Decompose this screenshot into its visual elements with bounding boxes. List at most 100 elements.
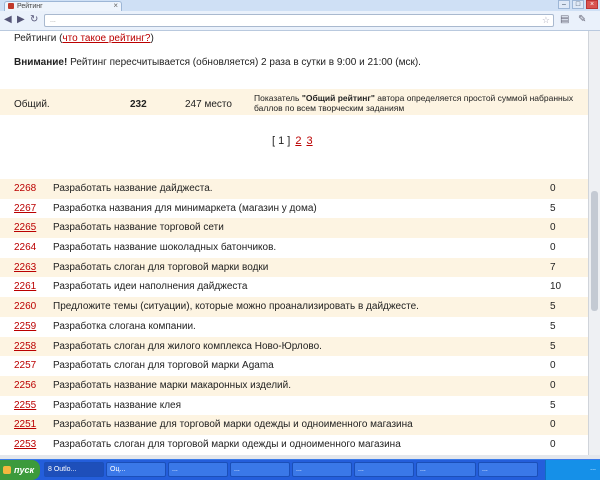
table-row: 2265 Разработать название торговой сети 0 [0,218,588,239]
warning-text: Рейтинг пересчитывается (обновляется) 2 … [67,57,421,68]
task-title: Разработать название для торговой марки … [53,419,413,431]
vertical-scrollbar[interactable] [588,31,600,455]
task-list: 2268 Разработать название дайджеста. 0 2267… [0,179,588,455]
table-row: 2267 Разработка названия для минимаркета … [0,199,588,219]
overall-place: 247 место [185,99,232,110]
scrollbar-thumb[interactable] [591,191,598,311]
task-id[interactable]: 2251 [14,419,36,430]
warning-notice: Внимание! Рейтинг пересчитывается (обнов… [14,57,421,68]
table-row: 2268 Разработать название дайджеста. 0 [0,179,588,199]
start-button[interactable]: пуск [0,460,40,480]
task-count: 0 [550,222,556,234]
task-id[interactable]: 2258 [14,341,36,352]
favicon-icon [8,3,14,9]
task-title: Разработать слоган для торговой марки Ag… [53,360,274,372]
reload-icon[interactable]: ↻ [30,14,38,26]
forward-icon[interactable]: ▶ [17,14,25,26]
taskbar-item[interactable]: Оц... [106,462,166,477]
warning-label: Внимание! [14,57,68,68]
task-count: 5 [550,399,556,411]
table-row: 2260 Предложите темы (ситуации), которые … [0,297,588,317]
task-count: 5 [550,202,556,214]
rating-header: Рейтинги (что такое рейтинг?) [14,33,154,44]
table-row: 2253 Разработать слоган для торговой марк… [0,435,588,455]
task-count: 0 [550,183,556,194]
taskbar-item[interactable]: ... [168,462,228,477]
task-title: Разработать название дайджеста. [53,183,213,194]
clock: ... [590,465,596,472]
os-taskbar: пуск 8 Outlo... Оц..................... .… [0,459,600,480]
taskbar-item[interactable]: 8 Outlo... [44,462,104,477]
taskbar-item[interactable]: ... [416,462,476,477]
task-count: 0 [550,379,556,391]
task-id[interactable]: 2267 [14,203,36,214]
task-count: 0 [550,419,556,431]
taskbar-items: 8 Outlo... Оц..................... [44,462,538,477]
task-title: Разработать слоган для жилого комплекса … [53,340,322,352]
address-bar[interactable]: ... ☆ [44,14,554,27]
task-id[interactable]: 2264 [14,242,36,253]
overall-rating-row: Общий. 232 247 место Показатель "Общий р… [0,89,588,115]
task-id[interactable]: 2257 [14,360,36,371]
taskbar-item[interactable]: ... [354,462,414,477]
task-title: Разработать название клея [53,399,182,411]
table-row: 2251 Разработать название для торговой ма… [0,415,588,435]
task-title: Разработка слогана компании. [53,320,196,332]
close-window-icon[interactable]: × [586,0,598,9]
minimize-icon[interactable]: – [558,0,570,9]
task-id[interactable]: 2253 [14,439,36,450]
task-title: Разработать слоган для торговой марки во… [53,261,269,273]
table-row: 2261 Разработать идеи наполнения дайджест… [0,277,588,297]
taskbar-item[interactable]: ... [230,462,290,477]
task-count: 0 [550,242,556,254]
task-id[interactable]: 2261 [14,281,36,292]
window-controls: – □ × [558,0,598,10]
task-title: Предложите темы (ситуации), которые можн… [53,301,419,313]
task-count: 5 [550,301,556,313]
browser-tab-bar: Рейтинг × – □ × [0,0,600,11]
overall-description: Показатель "Общий рейтинг" автора опреде… [254,93,574,113]
overall-label: Общий. [14,99,50,110]
task-title: Разработать название шоколадных батончик… [53,242,277,254]
table-row: 2256 Разработать название марки макаронны… [0,375,588,396]
taskbar-item[interactable]: ... [292,462,352,477]
task-id[interactable]: 2260 [14,301,36,312]
task-count: 0 [550,360,556,372]
table-row: 2264 Разработать название шоколадных бато… [0,238,588,258]
page-menu-icon[interactable]: ▤ [560,14,569,26]
tab-title: Рейтинг [17,3,43,10]
task-id[interactable]: 2265 [14,222,36,233]
task-id[interactable]: 2268 [14,183,36,194]
task-title: Разработать название торговой сети [53,222,224,234]
close-icon[interactable]: × [113,1,118,10]
back-icon[interactable]: ◀ [4,14,12,26]
task-count: 10 [550,281,562,293]
windows-logo-icon [3,466,11,474]
current-page: [ 1 ] [272,135,291,147]
maximize-icon[interactable]: □ [572,0,584,9]
table-row: 2259 Разработка слогана компании. 5 [0,317,588,337]
task-title: Разработать название марки макаронных из… [53,379,291,391]
task-id[interactable]: 2259 [14,321,36,332]
page-link-3[interactable]: 3 [306,135,312,147]
wrench-icon[interactable]: ✎ [578,14,586,26]
table-row: 2257 Разработать слоган для торговой марк… [0,356,588,376]
table-row: 2263 Разработать слоган для торговой марк… [0,257,588,278]
task-title: Разработать идеи наполнения дайджеста [53,281,248,293]
task-id[interactable]: 2255 [14,400,36,411]
task-count: 5 [550,340,556,352]
task-id[interactable]: 2256 [14,380,36,391]
page-link-2[interactable]: 2 [295,135,301,147]
task-count: 0 [550,438,556,450]
task-id[interactable]: 2263 [14,262,36,273]
table-row: 2258 Разработать слоган для жилого компле… [0,336,588,357]
task-count: 7 [550,261,556,273]
task-count: 5 [550,320,556,332]
rating-help-link[interactable]: что такое рейтинг? [62,33,150,44]
table-row: 2255 Разработать название клея 5 [0,396,588,416]
overall-score: 232 [130,99,147,110]
taskbar-item[interactable]: ... [478,462,538,477]
url-text: ... [50,17,56,24]
browser-tab[interactable]: Рейтинг × [4,1,122,11]
bookmark-star-icon[interactable]: ☆ [542,15,550,26]
